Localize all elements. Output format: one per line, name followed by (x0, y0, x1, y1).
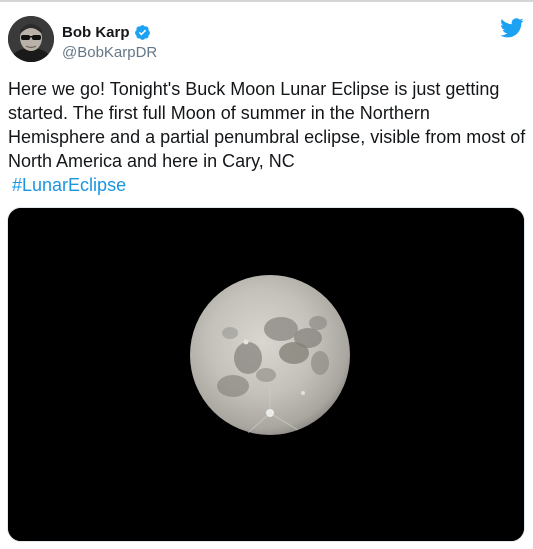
full-moon-photo (8, 208, 524, 541)
twitter-bird-icon[interactable] (500, 18, 524, 38)
tweet-text-block: Here we go! Tonight's Buck Moon Lunar Ec… (8, 77, 528, 197)
display-name-row: Bob Karp (62, 22, 157, 42)
verified-badge-icon (134, 24, 150, 40)
person-with-sunglasses-avatar-icon (8, 16, 54, 62)
author-names: Bob Karp @BobKarpDR (62, 22, 157, 62)
tweet-header: Bob Karp @BobKarpDR (0, 2, 533, 68)
user-handle[interactable]: @BobKarpDR (62, 44, 157, 61)
display-name[interactable]: Bob Karp (62, 24, 130, 41)
tweet-card: Bob Karp @BobKarpDR Here we go! Tonight'… (0, 2, 533, 549)
tweet-body: Here we go! Tonight's Buck Moon Lunar Ec… (8, 79, 531, 171)
moon (190, 275, 350, 435)
tweet-media[interactable] (7, 207, 525, 542)
avatar[interactable] (8, 16, 54, 62)
hashtag-link[interactable]: #LunarEclipse (12, 173, 528, 197)
